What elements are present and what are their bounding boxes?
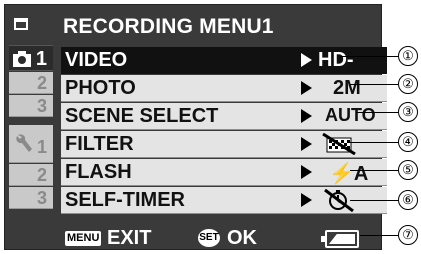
callout-line: [350, 170, 398, 171]
filter-icon: [322, 133, 356, 155]
menu-title: RECORDING MENU1: [63, 15, 274, 38]
callout-line: [350, 142, 398, 143]
callout-1: ①: [398, 46, 418, 66]
menu-item-scene-select[interactable]: SCENE SELECT AUTO: [61, 103, 387, 130]
callout-7: ⑦: [398, 225, 418, 245]
menu-item-label: PHOTO: [65, 77, 136, 99]
callout-line: [350, 200, 398, 201]
arrow-right-icon: [301, 137, 312, 151]
tab-setup-page-3[interactable]: 3: [9, 187, 53, 209]
tab-setup-page-1[interactable]: 1: [9, 125, 53, 163]
tab-number: 1: [36, 137, 47, 157]
battery-icon: [321, 230, 359, 248]
menu-item-self-timer[interactable]: SELF-TIMER: [61, 187, 387, 214]
tab-number: 1: [35, 48, 47, 70]
callout-3: ③: [398, 102, 418, 122]
arrow-right-icon: [301, 53, 312, 67]
callout-6: ⑥: [398, 190, 418, 210]
menu-key-icon: MENU: [65, 231, 102, 246]
menu-item-filter[interactable]: FILTER: [61, 131, 387, 158]
menu-item-label: FLASH: [65, 161, 132, 183]
tab-recording-page-1[interactable]: 1: [9, 45, 53, 71]
callout-line: [360, 235, 398, 236]
ok-button[interactable]: OK: [227, 227, 257, 250]
menu-item-value: ⚡A: [329, 163, 369, 185]
callout-line: [340, 56, 398, 57]
set-key-icon: SET: [198, 229, 220, 247]
menu-item-flash[interactable]: FLASH ⚡A: [61, 159, 387, 186]
menu-item-value: AUTO: [325, 105, 376, 125]
arrow-right-icon: [301, 193, 312, 207]
wrench-icon: [16, 134, 32, 152]
recording-mode-icon: [9, 13, 53, 45]
tab-number: 2: [36, 165, 47, 185]
menu-item-label: SCENE SELECT: [65, 105, 219, 127]
menu-item-video[interactable]: VIDEO HD-SHQ: [61, 47, 387, 94]
tab-number: 2: [36, 73, 47, 93]
bottom-bar: MENU EXIT SET OK: [61, 225, 387, 253]
tab-number: 3: [36, 96, 47, 116]
exit-button[interactable]: EXIT: [107, 227, 151, 250]
menu-item-value: 2M: [333, 77, 361, 99]
arrow-right-icon: [301, 165, 312, 179]
arrow-right-icon: [301, 81, 312, 95]
tab-setup-page-2[interactable]: 2: [9, 164, 53, 186]
arrow-right-icon: [301, 109, 312, 123]
tab-number: 3: [36, 188, 47, 208]
menu-tab-rail: 1 2 3 1 2 3: [5, 5, 57, 251]
tab-recording-page-2[interactable]: 2: [9, 72, 53, 94]
callout-5: ⑤: [398, 160, 418, 180]
menu-item-label: SELF-TIMER: [65, 189, 185, 211]
callout-line: [350, 84, 398, 85]
callout-4: ④: [398, 132, 418, 152]
camera-screen: 1 2 3 1 2 3 RECORDING MENU1 VIDEO HD-SHQ…: [4, 4, 387, 251]
callout-line: [356, 112, 398, 113]
menu-item-label: FILTER: [65, 133, 134, 155]
menu-item-label: VIDEO: [65, 49, 128, 71]
menu-item-photo[interactable]: PHOTO 2M: [61, 75, 387, 102]
tab-recording-page-3[interactable]: 3: [9, 95, 53, 117]
callout-2: ②: [398, 74, 418, 94]
